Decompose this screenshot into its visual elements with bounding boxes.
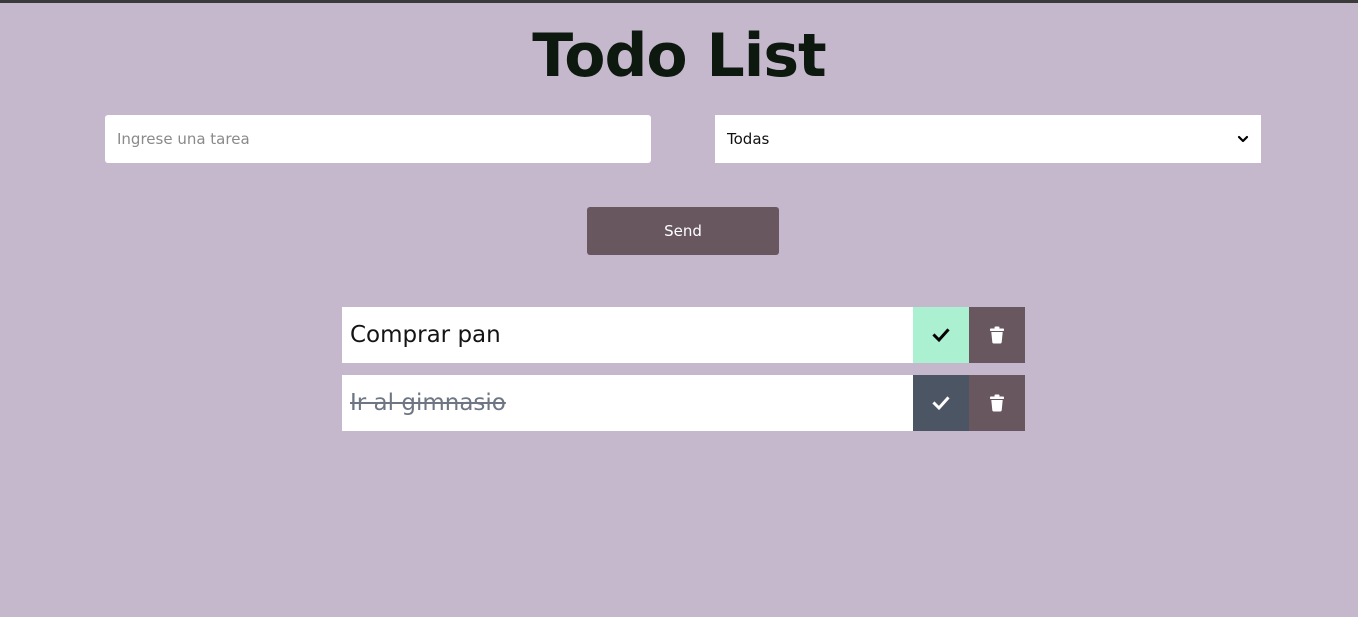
- trash-icon: [990, 394, 1004, 412]
- filter-select[interactable]: Todas: [715, 115, 1261, 163]
- check-icon: [932, 396, 950, 411]
- check-icon: [932, 328, 950, 343]
- todo-text: Comprar pan: [342, 307, 913, 363]
- filter-selected-value: Todas: [727, 130, 770, 148]
- todo-list: Comprar pan Ir al gimnasio: [342, 307, 1025, 443]
- page-title: Todo List: [532, 21, 826, 91]
- delete-button[interactable]: [969, 375, 1025, 431]
- todo-text: Ir al gimnasio: [342, 375, 913, 431]
- send-button[interactable]: Send: [587, 207, 779, 255]
- complete-button[interactable]: [913, 307, 969, 363]
- todo-item: Comprar pan: [342, 307, 1025, 363]
- trash-icon: [990, 326, 1004, 344]
- complete-button[interactable]: [913, 375, 969, 431]
- delete-button[interactable]: [969, 307, 1025, 363]
- chevron-down-icon: [1237, 135, 1249, 143]
- task-input[interactable]: [105, 115, 651, 163]
- todo-item: Ir al gimnasio: [342, 375, 1025, 431]
